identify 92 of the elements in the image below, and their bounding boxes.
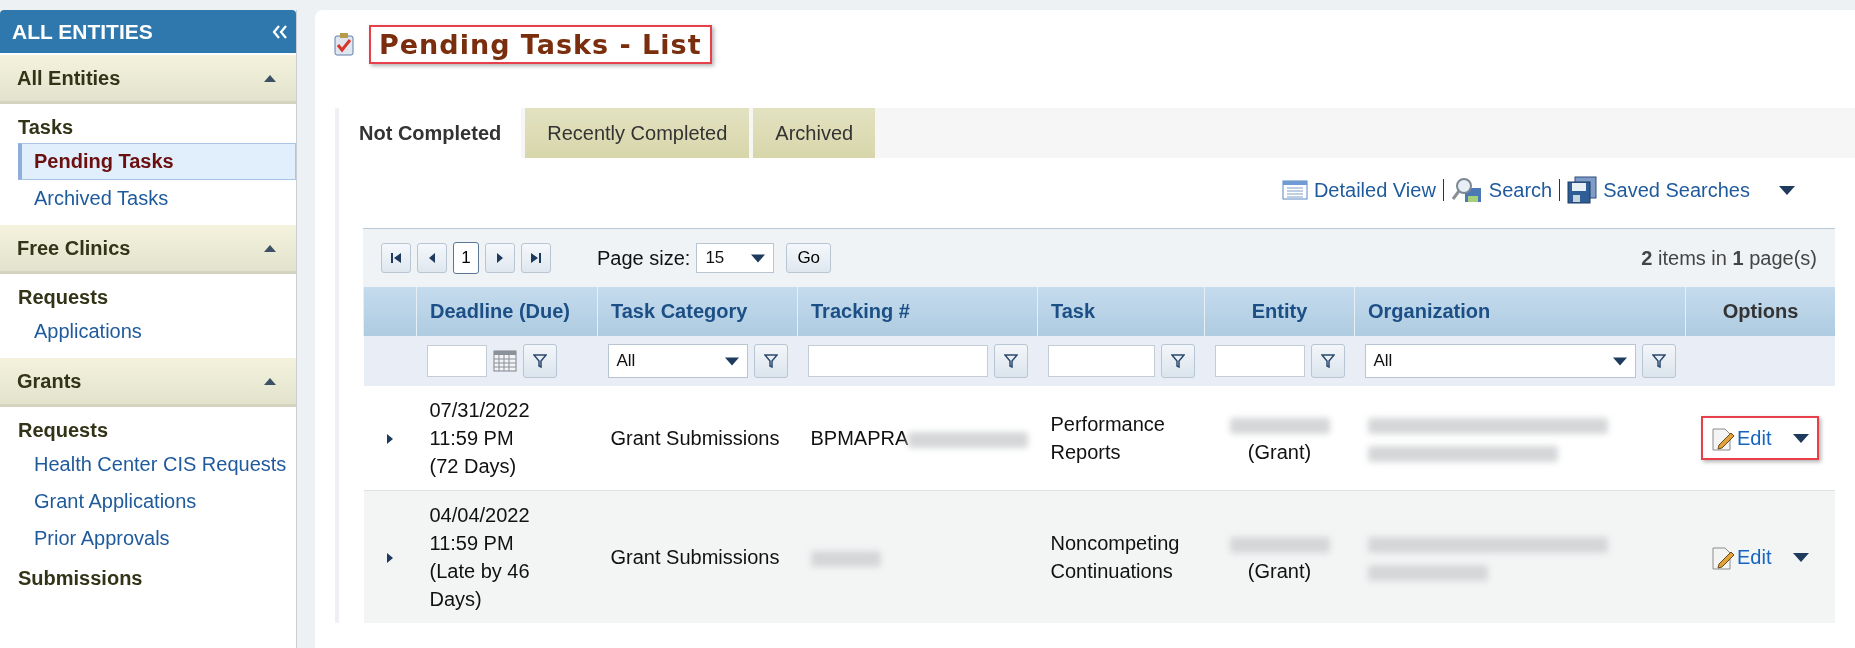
- task-cell: Noncompeting Continuations: [1037, 490, 1205, 623]
- section-title: Grants: [17, 369, 82, 393]
- tab[interactable]: Archived: [753, 108, 876, 158]
- next-page-button[interactable]: [485, 243, 515, 273]
- first-page-icon: [390, 252, 402, 264]
- list-icon: [1281, 180, 1308, 200]
- filter-select[interactable]: All: [1364, 344, 1636, 378]
- collapse-arrow-icon[interactable]: [264, 74, 276, 82]
- filter-icon: [1651, 354, 1666, 368]
- edit-link[interactable]: Edit: [1711, 543, 1772, 571]
- filter-icon: [1003, 354, 1018, 368]
- task-cell: Performance Reports: [1037, 386, 1205, 491]
- section-header[interactable]: Free Clinics: [0, 225, 296, 274]
- toolbar-link[interactable]: Saved Searches: [1564, 176, 1753, 204]
- page-title: Pending Tasks - List: [369, 24, 712, 64]
- collapse-arrow-icon[interactable]: [264, 244, 276, 252]
- nav-link[interactable]: Grant Applications: [18, 483, 296, 520]
- page-size-label: Page size:: [597, 246, 691, 270]
- search-icon: [1450, 177, 1483, 203]
- toolbar-link[interactable]: Detailed View: [1278, 178, 1439, 202]
- column-header: Tracking #: [797, 287, 1038, 336]
- column-header: Deadline (Due): [416, 287, 598, 336]
- dropdown-arrow-icon[interactable]: [1793, 552, 1810, 562]
- dropdown-arrow-icon[interactable]: [1779, 185, 1795, 195]
- section-title: Free Clinics: [17, 236, 131, 260]
- last-page-button[interactable]: [521, 243, 551, 273]
- go-button[interactable]: Go: [786, 243, 832, 273]
- edit-icon: [1711, 425, 1735, 451]
- nav-link[interactable]: Applications: [18, 313, 296, 350]
- tab[interactable]: Recently Completed: [525, 108, 750, 158]
- category-cell: Grant Submissions: [597, 386, 798, 491]
- filter-select[interactable]: All: [607, 344, 748, 378]
- date-input-field[interactable]: [426, 345, 487, 377]
- page-number-button[interactable]: 1: [453, 242, 479, 274]
- last-page-icon: [530, 252, 542, 264]
- filter-input-field[interactable]: [1214, 345, 1305, 377]
- next-page-icon: [496, 252, 504, 264]
- filter-input-field[interactable]: [807, 345, 988, 377]
- nav-link[interactable]: Prior Approvals: [18, 520, 296, 557]
- group-heading: Tasks: [17, 115, 75, 140]
- nav-link[interactable]: Pending Tasks: [18, 143, 296, 180]
- column-header: Task Category: [597, 287, 798, 336]
- calendar-icon[interactable]: [492, 350, 517, 372]
- section-header[interactable]: Grants: [0, 358, 296, 407]
- first-page-button[interactable]: [381, 243, 411, 273]
- page-size-select[interactable]: 15: [696, 243, 775, 273]
- dropdown-arrow-icon: [1612, 356, 1627, 366]
- filter-icon: [1170, 354, 1185, 368]
- toolbar-link[interactable]: Search: [1447, 177, 1556, 203]
- expand-row-icon[interactable]: [386, 552, 394, 564]
- tab[interactable]: Not Completed: [339, 108, 522, 158]
- deadline-cell: 07/31/2022 11:59 PM (72 Days): [416, 386, 598, 491]
- column-header: Organization: [1354, 287, 1686, 336]
- pager-summary: 2 items in 1 page(s): [1641, 246, 1817, 270]
- filter-button[interactable]: [1160, 344, 1195, 378]
- nav-link[interactable]: Health Center CIS Requests: [18, 446, 296, 483]
- section-header[interactable]: All Entities: [0, 55, 296, 104]
- filter-icon: [1320, 354, 1335, 368]
- filter-icon: [532, 354, 547, 368]
- column-header: Task: [1037, 287, 1205, 336]
- column-header: Entity: [1204, 287, 1355, 336]
- collapse-icon[interactable]: [272, 24, 288, 39]
- dropdown-arrow-icon: [724, 356, 739, 366]
- category-cell: Grant Submissions: [597, 490, 798, 623]
- entity-type: (Grant): [1247, 560, 1312, 582]
- column-header: Options: [1685, 287, 1835, 336]
- group-heading: Submissions: [17, 566, 144, 591]
- filter-button[interactable]: [522, 344, 557, 378]
- previous-page-button[interactable]: [417, 243, 447, 273]
- collapse-arrow-icon[interactable]: [264, 377, 276, 385]
- floppy-disk-icon: [1567, 176, 1598, 204]
- filter-button[interactable]: [1641, 344, 1676, 378]
- filter-input-field[interactable]: [1047, 345, 1155, 377]
- deadline-cell: 04/04/2022 11:59 PM (Late by 46 Days): [416, 490, 598, 623]
- previous-page-icon: [428, 252, 436, 264]
- nav-link[interactable]: Archived Tasks: [18, 180, 296, 217]
- clipboard-check-icon: [333, 32, 355, 56]
- entity-type: (Grant): [1247, 441, 1312, 463]
- section-title: All Entities: [17, 66, 121, 90]
- blurred-text: [810, 550, 881, 567]
- sidebar-title: ALL ENTITIES: [12, 19, 153, 44]
- dropdown-arrow-icon[interactable]: [1793, 433, 1810, 443]
- dropdown-arrow-icon: [751, 253, 766, 263]
- group-heading: Requests: [17, 418, 110, 443]
- filter-icon: [763, 354, 778, 368]
- filter-button[interactable]: [753, 344, 788, 378]
- group-heading: Requests: [17, 285, 110, 310]
- edit-icon: [1711, 544, 1735, 570]
- tracking-number: BPMAPRA: [810, 427, 909, 449]
- expand-row-icon[interactable]: [386, 433, 394, 445]
- filter-button[interactable]: [1310, 344, 1345, 378]
- filter-button[interactable]: [993, 344, 1028, 378]
